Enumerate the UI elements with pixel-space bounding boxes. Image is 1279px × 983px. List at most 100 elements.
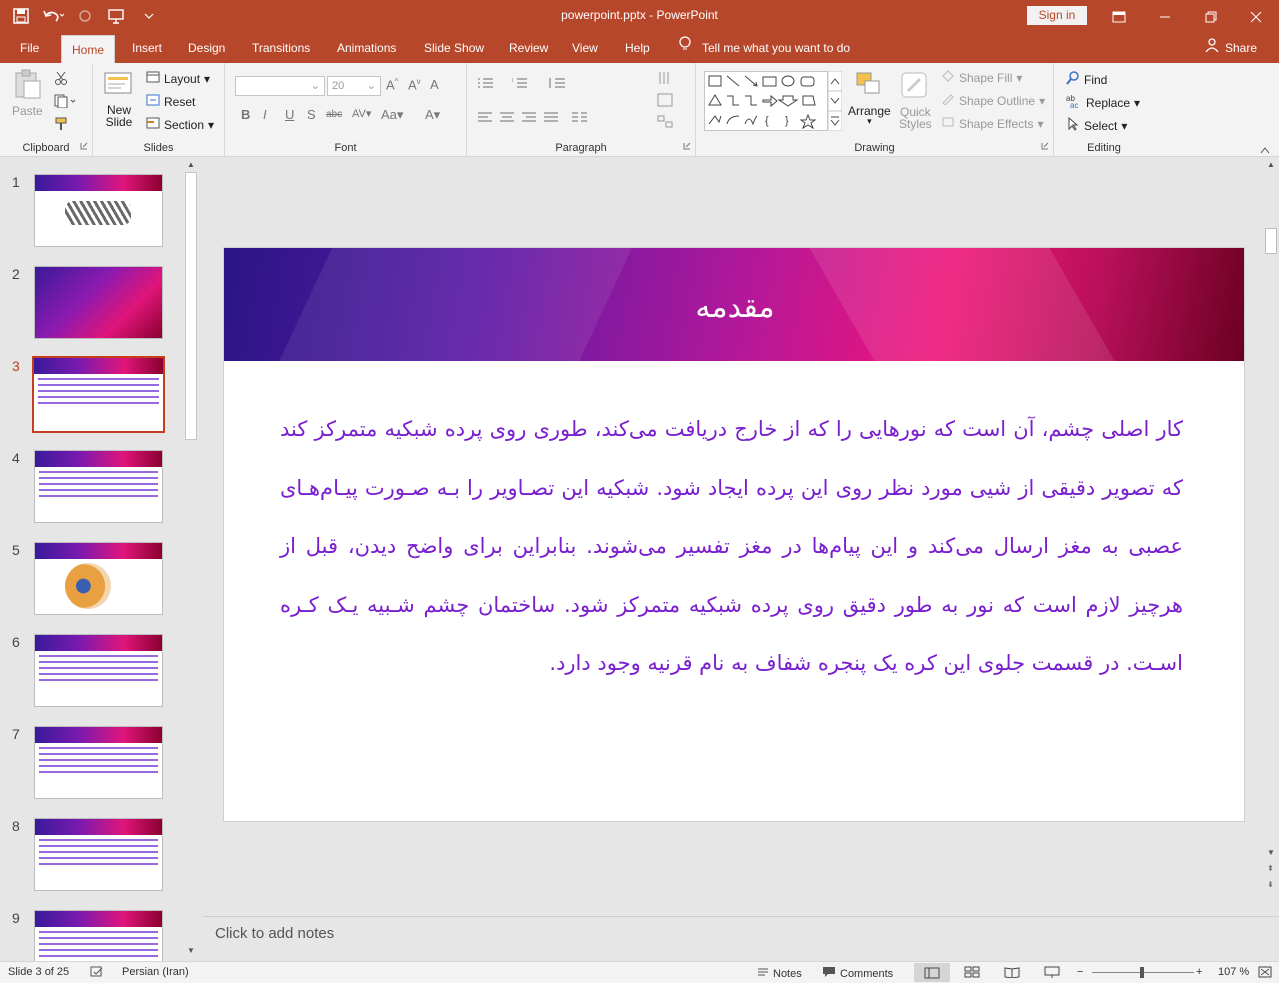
- slide-counter[interactable]: Slide 3 of 25: [8, 966, 69, 978]
- align-center-icon[interactable]: [499, 111, 515, 123]
- zoom-out-icon[interactable]: −: [1077, 966, 1083, 978]
- comments-toggle[interactable]: Comments: [822, 966, 893, 981]
- scroll-up-icon[interactable]: ▲: [187, 160, 195, 169]
- bold-icon[interactable]: B: [241, 107, 250, 122]
- slide-thumbnail[interactable]: [34, 726, 163, 799]
- slide-thumbnail-item[interactable]: 8: [0, 818, 180, 898]
- thumbnail-scroll-thumb[interactable]: [185, 172, 197, 440]
- italic-icon[interactable]: I: [263, 107, 267, 122]
- shape-outline-button[interactable]: Shape Outline ▾: [941, 93, 1045, 108]
- underline-icon[interactable]: U: [285, 107, 294, 122]
- tab-view[interactable]: View: [562, 33, 608, 63]
- tab-insert[interactable]: Insert: [122, 33, 172, 63]
- thumbnail-scrollbar[interactable]: ▲ ▼: [184, 158, 198, 961]
- slide-sorter-icon[interactable]: [964, 966, 980, 978]
- arrange-button[interactable]: Arrange ▾: [848, 71, 891, 127]
- align-text-icon[interactable]: [657, 93, 677, 107]
- line-spacing-icon[interactable]: [547, 77, 569, 89]
- next-slide-icon[interactable]: ⇟: [1267, 880, 1274, 889]
- normal-view-icon[interactable]: [914, 963, 950, 982]
- zoom-level[interactable]: 107 %: [1218, 966, 1249, 978]
- tab-review[interactable]: Review: [499, 33, 558, 63]
- justify-icon[interactable]: [543, 111, 559, 123]
- section-button[interactable]: Section ▾: [146, 117, 214, 132]
- decrease-font-icon[interactable]: Av: [408, 77, 421, 92]
- font-color-icon[interactable]: A▾: [425, 107, 440, 123]
- editor-scrollbar[interactable]: ▲ ▼ ⇞ ⇟: [1263, 158, 1279, 916]
- slide-body-text[interactable]: کار اصلی چشم، آن است که نورهایی را که از…: [280, 400, 1183, 693]
- columns-icon[interactable]: [571, 111, 591, 123]
- slide-thumbnail[interactable]: [34, 174, 163, 247]
- align-right-icon[interactable]: [521, 111, 537, 123]
- slide-thumbnail-item[interactable]: 3: [0, 356, 180, 438]
- cut-icon[interactable]: [54, 71, 68, 85]
- dialog-launcher-icon[interactable]: [80, 139, 88, 153]
- font-name-combo[interactable]: ⌄: [235, 76, 325, 96]
- layout-button[interactable]: Layout ▾: [146, 71, 210, 86]
- zoom-slider-thumb[interactable]: [1140, 967, 1144, 978]
- select-button[interactable]: Select ▾: [1066, 116, 1127, 134]
- numbering-icon[interactable]: 1: [511, 77, 533, 89]
- clear-formatting-icon[interactable]: A: [430, 77, 439, 92]
- slide-thumbnail-item[interactable]: 7: [0, 726, 180, 806]
- shape-effects-button[interactable]: Shape Effects ▾: [941, 116, 1044, 131]
- new-slide-button[interactable]: New Slide: [103, 69, 135, 129]
- slide-thumbnail[interactable]: [34, 818, 163, 891]
- slide-thumbnail-item[interactable]: 2: [0, 266, 180, 346]
- tab-help[interactable]: Help: [615, 33, 660, 63]
- align-left-icon[interactable]: [477, 111, 493, 123]
- tab-design[interactable]: Design: [178, 33, 235, 63]
- replace-button[interactable]: ab ac Replace ▾: [1066, 94, 1140, 111]
- language-indicator[interactable]: Persian (Iran): [122, 966, 189, 978]
- zoom-in-icon[interactable]: +: [1196, 966, 1202, 978]
- shadow-icon[interactable]: S: [307, 107, 316, 122]
- scroll-down-icon[interactable]: ▼: [187, 946, 195, 955]
- tab-home[interactable]: Home: [61, 35, 116, 63]
- ribbon-display-options-icon[interactable]: [1096, 0, 1142, 33]
- collapse-ribbon-icon[interactable]: [1260, 143, 1270, 157]
- fit-to-window-icon[interactable]: [1258, 966, 1272, 978]
- slide-thumbnail[interactable]: [34, 266, 163, 339]
- slide-thumbnail[interactable]: [32, 356, 165, 433]
- font-size-combo[interactable]: 20 ⌄: [327, 76, 381, 96]
- scroll-down-icon[interactable]: ▼: [1267, 848, 1275, 857]
- reading-view-icon[interactable]: [1004, 966, 1020, 978]
- shape-fill-button[interactable]: Shape Fill ▾: [941, 70, 1022, 85]
- restore-icon[interactable]: [1188, 0, 1234, 33]
- editor-scroll-thumb[interactable]: [1265, 228, 1277, 254]
- increase-font-icon[interactable]: A^: [386, 77, 398, 92]
- paste-button[interactable]: Paste: [12, 69, 43, 118]
- slide-thumbnail[interactable]: [34, 634, 163, 707]
- shapes-scroll-up-icon[interactable]: [828, 71, 842, 131]
- scroll-up-icon[interactable]: ▲: [1267, 160, 1275, 169]
- shapes-gallery[interactable]: { }: [704, 71, 828, 131]
- bullets-icon[interactable]: [477, 77, 499, 89]
- slide-show-icon[interactable]: [1044, 966, 1060, 978]
- slide-thumbnail-item[interactable]: 1: [0, 174, 180, 254]
- share-button[interactable]: Share: [1205, 33, 1257, 63]
- strikethrough-icon[interactable]: abc: [326, 109, 342, 120]
- notes-placeholder[interactable]: Click to add notes: [215, 925, 334, 942]
- current-slide[interactable]: مقدمه کار اصلی چشم، آن است که نورهایی را…: [223, 247, 1245, 822]
- smartart-icon[interactable]: [657, 115, 677, 129]
- notes-toggle[interactable]: Notes: [757, 966, 802, 981]
- dialog-launcher-icon[interactable]: [1041, 139, 1049, 153]
- change-case-icon[interactable]: Aa▾: [381, 107, 403, 123]
- quick-styles-button[interactable]: Quick Styles: [899, 71, 932, 131]
- previous-slide-icon[interactable]: ⇞: [1267, 864, 1274, 873]
- slide-thumbnail-item[interactable]: 6: [0, 634, 180, 714]
- tab-transitions[interactable]: Transitions: [242, 33, 320, 63]
- sign-in-button[interactable]: Sign in: [1027, 6, 1087, 25]
- copy-icon[interactable]: [54, 94, 76, 108]
- minimize-icon[interactable]: [1142, 0, 1188, 33]
- slide-thumbnail[interactable]: [34, 542, 163, 615]
- slide-thumbnail-item[interactable]: 4: [0, 450, 180, 530]
- format-painter-icon[interactable]: [54, 117, 68, 131]
- slide-title[interactable]: مقدمه: [224, 290, 1244, 325]
- spell-check-icon[interactable]: [90, 966, 104, 978]
- tab-slide-show[interactable]: Slide Show: [414, 33, 494, 63]
- tell-me-search[interactable]: Tell me what you want to do: [678, 33, 850, 63]
- notes-pane[interactable]: Click to add notes: [203, 916, 1279, 961]
- text-direction-icon[interactable]: [657, 71, 677, 85]
- slide-thumbnail[interactable]: [34, 450, 163, 523]
